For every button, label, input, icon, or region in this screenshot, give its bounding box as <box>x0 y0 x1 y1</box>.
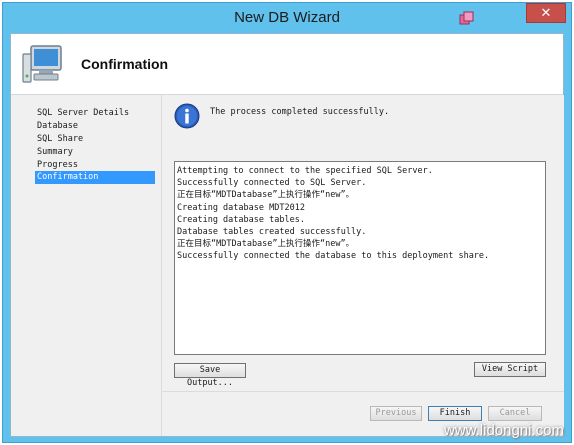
log-line: Successfully connected the database to t… <box>177 251 490 262</box>
copy-icon <box>459 11 474 25</box>
log-line: 正在目标“MDTDatabase”上执行操作“new”。 <box>177 239 355 250</box>
wizard-client-area: Confirmation SQL Server Details Database… <box>10 33 564 437</box>
wizard-header: Confirmation <box>11 34 563 95</box>
status-message: The process completed successfully. <box>210 107 390 117</box>
output-log[interactable]: Attempting to connect to the specified S… <box>174 161 546 355</box>
wizard-steps-nav: SQL Server Details Database SQL Share Su… <box>11 95 161 436</box>
page-title: Confirmation <box>81 56 169 72</box>
close-button[interactable]: ✕ <box>526 3 566 23</box>
cancel-button[interactable]: Cancel <box>488 406 542 421</box>
confirmation-panel: The process completed successfully. Atte… <box>161 95 564 436</box>
nav-item-confirmation[interactable]: Confirmation <box>35 171 155 184</box>
info-icon <box>174 103 200 129</box>
computer-icon <box>22 45 62 83</box>
previous-button[interactable]: Previous <box>370 406 422 421</box>
window-title: New DB Wizard <box>234 9 340 26</box>
nav-item-summary[interactable]: Summary <box>35 146 155 159</box>
log-line: Creating database tables. <box>177 214 305 225</box>
view-script-button[interactable]: View Script <box>474 362 546 377</box>
watermark-text: www.lidongni.com <box>443 422 564 439</box>
log-line: Attempting to connect to the specified S… <box>177 166 433 176</box>
nav-item-sql-share[interactable]: SQL Share <box>35 133 155 146</box>
nav-item-sql-server-details[interactable]: SQL Server Details <box>35 107 155 120</box>
log-line: Successfully connected to SQL Server. <box>177 178 367 189</box>
footer-divider <box>162 391 564 392</box>
save-output-button[interactable]: Save Output... <box>174 363 246 388</box>
title-bar[interactable]: New DB Wizard ✕ <box>3 3 571 33</box>
finish-button[interactable]: Finish <box>428 406 482 421</box>
nav-item-database[interactable]: Database <box>35 120 155 133</box>
log-line: Database tables created successfully. <box>177 227 367 238</box>
wizard-window: New DB Wizard ✕ Confirmation SQL Server … <box>2 2 572 443</box>
log-line: Creating database MDT2012 <box>177 202 305 213</box>
log-line: 正在目标“MDTDatabase”上执行操作“new”。 <box>177 190 355 201</box>
